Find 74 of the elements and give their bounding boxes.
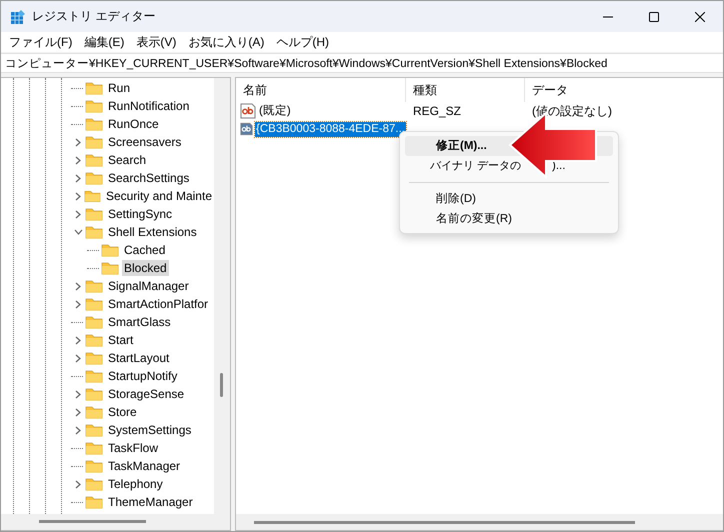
chevron-down-icon[interactable] — [74, 229, 82, 235]
folder-icon — [85, 405, 103, 419]
value-name[interactable]: {CB3B0003-8088-4EDE-87... — [255, 122, 406, 136]
menu-item[interactable]: ファイル(F) — [3, 34, 78, 50]
folder-icon — [85, 315, 103, 329]
maximize-icon — [649, 12, 659, 22]
tree-item[interactable]: Telephony — [106, 476, 165, 492]
column-header[interactable]: 名前 — [236, 78, 406, 102]
column-header[interactable]: 種類 — [406, 78, 525, 102]
tree-item[interactable]: RunOnce — [106, 116, 161, 132]
tree-item[interactable]: Start — [106, 332, 136, 348]
tree-item[interactable]: SettingSync — [106, 206, 174, 222]
tree-item[interactable]: SearchSettings — [106, 170, 192, 186]
folder-icon — [85, 423, 103, 437]
folder-icon — [85, 135, 103, 149]
tree-item[interactable]: RunNotification — [106, 98, 192, 114]
tree-item[interactable]: SignalManager — [106, 278, 191, 294]
folder-icon — [85, 225, 103, 239]
folder-icon — [85, 99, 103, 113]
table-cell: REG_SZ — [413, 104, 462, 118]
tree-item[interactable]: Store — [106, 404, 139, 420]
value-name[interactable]: (既定) — [258, 104, 292, 118]
folder-icon — [85, 333, 103, 347]
tree-item[interactable]: Shell Extensions — [106, 224, 199, 240]
tree-item[interactable]: StartLayout — [106, 350, 172, 366]
string-value-icon — [240, 121, 254, 137]
folder-icon — [85, 153, 103, 167]
menu-item[interactable]: バイナリ データの — [405, 156, 522, 176]
folder-icon — [85, 369, 103, 383]
folder-icon — [85, 351, 103, 365]
horizontal-scrollbar[interactable] — [1, 514, 230, 530]
tree-item[interactable]: StartupNotify — [106, 368, 180, 384]
menu-item[interactable]: 削除(D) — [405, 189, 613, 209]
folder-icon — [85, 495, 103, 509]
tree-item[interactable]: Run — [106, 80, 132, 96]
menu-item[interactable]: ヘルプ(H) — [270, 34, 335, 50]
tree-item[interactable]: Blocked — [122, 260, 169, 276]
folder-icon — [85, 441, 103, 455]
folder-icon — [85, 207, 103, 221]
tree-item[interactable]: Screensavers — [106, 134, 184, 150]
folder-icon — [85, 477, 103, 491]
close-icon — [695, 12, 705, 22]
menu-item[interactable]: 編集(E) — [78, 34, 130, 50]
folder-icon — [101, 243, 119, 257]
tree-item[interactable]: TaskManager — [106, 458, 182, 474]
menu-item[interactable]: 表示(V) — [130, 34, 182, 50]
folder-icon — [85, 117, 103, 131]
tree-item[interactable]: SystemSettings — [106, 422, 194, 438]
window-title: レジストリ エディター — [32, 8, 156, 25]
menu-item[interactable]: お気に入り(A) — [182, 34, 270, 50]
tree-item[interactable]: SmartGlass — [106, 314, 173, 330]
vertical-scrollbar[interactable] — [214, 78, 230, 514]
chevron-right-icon[interactable] — [75, 480, 81, 488]
registry-editor-icon — [10, 8, 26, 24]
folder-icon — [85, 459, 103, 473]
folder-icon — [85, 387, 103, 401]
folder-icon — [101, 261, 119, 275]
tree-item[interactable]: StorageSense — [106, 386, 186, 402]
tree-item[interactable]: TaskFlow — [106, 440, 160, 456]
folder-icon — [85, 81, 103, 95]
folder-icon — [85, 279, 103, 293]
folder-icon — [85, 297, 103, 311]
menu-item[interactable]: 名前の変更(R) — [405, 209, 613, 229]
tree-item[interactable]: ThemeManager — [106, 494, 195, 510]
address-bar[interactable]: コンピューター¥HKEY_CURRENT_USER¥Software¥Microsoft¥Windows¥CurrentVersion¥Shell Extensions¥Blocked — [1, 53, 723, 73]
tree-item[interactable]: Security and Mainte — [104, 188, 214, 204]
folder-icon — [84, 189, 101, 203]
tree-item[interactable]: Cached — [122, 242, 168, 258]
folder-icon — [85, 171, 103, 185]
string-value-icon — [240, 103, 256, 119]
tree-item[interactable]: Search — [106, 152, 148, 168]
tree-item[interactable]: SmartActionPlatfor — [106, 296, 210, 312]
horizontal-scrollbar[interactable] — [236, 514, 723, 530]
column-header[interactable]: データ — [525, 78, 723, 102]
